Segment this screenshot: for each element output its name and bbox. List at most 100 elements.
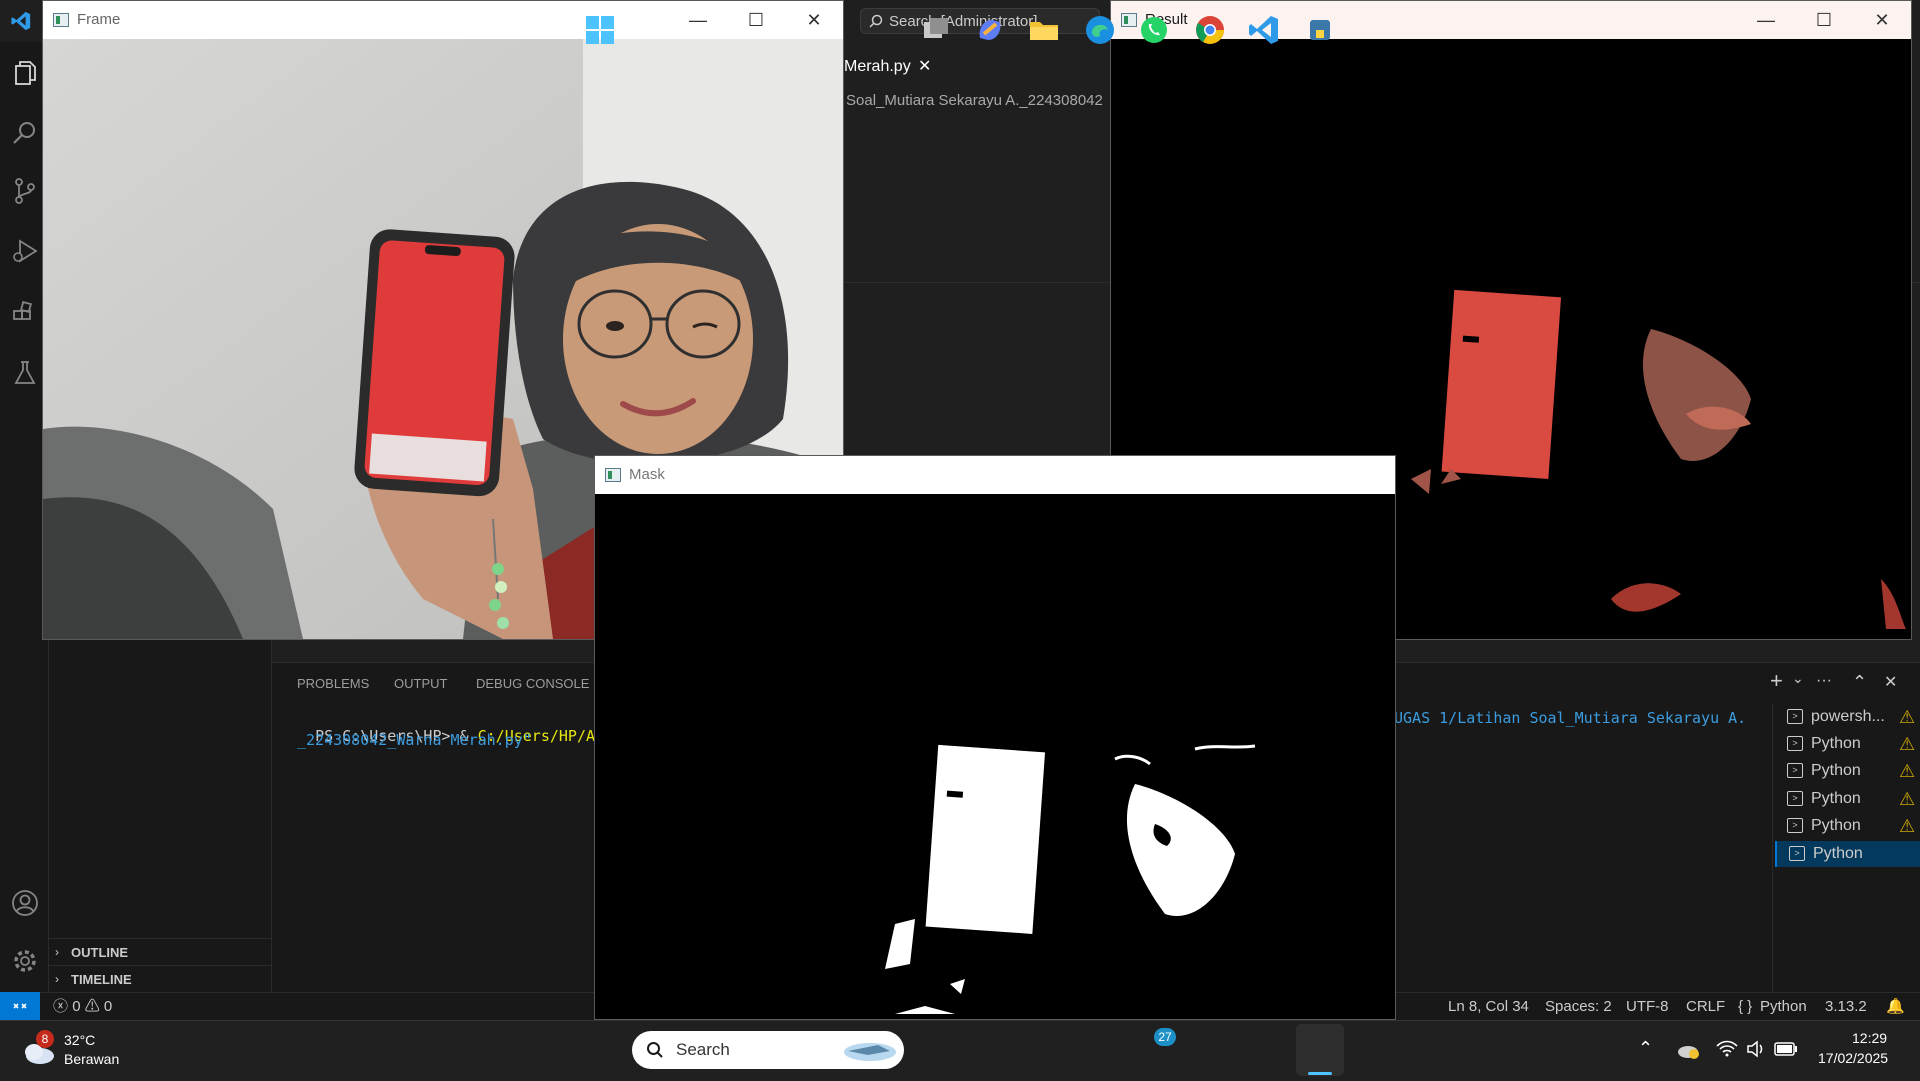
terminal-item[interactable]: > Python ⚠ <box>1775 813 1920 839</box>
error-icon: ⓧ <box>53 998 69 1015</box>
warning-icon: ⚠ <box>1899 789 1916 809</box>
source-control-icon[interactable] <box>10 176 40 206</box>
weather-desc[interactable]: Berawan <box>64 1051 119 1067</box>
accounts-icon[interactable] <box>10 888 40 918</box>
terminal-item[interactable]: > Python ⚠ <box>1775 786 1920 812</box>
chevron-up-icon[interactable]: ⌃ <box>1638 1038 1653 1059</box>
chevron-right-icon: › <box>55 972 59 986</box>
timeline-label: TIMELINE <box>71 972 132 987</box>
tab-debug-console[interactable]: DEBUG CONSOLE <box>476 676 589 691</box>
clock-date[interactable]: 17/02/2025 <box>1818 1050 1888 1066</box>
file-explorer-icon[interactable] <box>1026 12 1062 48</box>
chrome-icon[interactable] <box>1192 12 1228 48</box>
maximize-panel-button[interactable]: ⌃ <box>1852 672 1867 693</box>
run-debug-icon[interactable] <box>10 236 40 266</box>
search-icon <box>869 14 883 28</box>
warning-count: 0 <box>103 998 113 1015</box>
terminal-item[interactable]: > Python ⚠ <box>1775 731 1920 757</box>
task-view-icon[interactable] <box>918 12 954 48</box>
close-button[interactable]: ✕ <box>1853 1 1911 39</box>
active-indicator <box>1308 1072 1332 1075</box>
edge-icon[interactable] <box>1082 12 1118 48</box>
tab-output[interactable]: OUTPUT <box>394 676 447 691</box>
explorer-icon[interactable] <box>10 58 40 88</box>
python-icon[interactable] <box>1302 12 1338 48</box>
errors-status[interactable]: ⓧ 0 ⚠ 0 <box>53 993 112 1021</box>
extensions-icon[interactable] <box>10 298 40 328</box>
language-mode[interactable]: Python <box>1760 993 1807 1021</box>
indentation[interactable]: Spaces: 2 <box>1545 993 1612 1021</box>
timeline-section[interactable]: › TIMELINE <box>49 965 271 992</box>
terminal-icon: > <box>1787 763 1803 778</box>
warning-icon: ⚠ <box>1899 816 1916 836</box>
warning-icon: ⚠ <box>1899 707 1916 727</box>
mask-titlebar[interactable]: Mask <box>595 456 1395 494</box>
terminal-item-label: powersh... <box>1811 708 1885 725</box>
battery-icon[interactable] <box>1774 1042 1798 1056</box>
vscode-taskbar-icon[interactable] <box>1246 12 1282 48</box>
app-icon <box>605 468 621 482</box>
minimize-button[interactable]: — <box>1737 1 1795 39</box>
terminal-item-active[interactable]: > Python <box>1775 841 1920 867</box>
terminal-item-label: Python <box>1811 735 1861 752</box>
weather-temp[interactable]: 32°C <box>64 1032 95 1048</box>
editor-tab[interactable]: Merah.py ✕ <box>844 49 970 85</box>
tab-problems[interactable]: PROBLEMS <box>297 676 369 691</box>
python-version[interactable]: 3.13.2 <box>1825 993 1867 1021</box>
terminal-icon: > <box>1787 818 1803 833</box>
result-titlebar[interactable]: Result — ☐ ✕ <box>1111 1 1911 39</box>
mask-window[interactable]: Mask <box>594 455 1396 1020</box>
app-icon <box>53 13 69 27</box>
onedrive-icon[interactable] <box>1676 1040 1700 1060</box>
close-button[interactable]: ✕ <box>785 1 843 39</box>
whatsapp-badge: 27 <box>1154 1028 1176 1046</box>
line-ending[interactable]: CRLF <box>1686 993 1725 1021</box>
cursor-position[interactable]: Ln 8, Col 34 <box>1448 993 1529 1021</box>
windows-start-icon[interactable] <box>582 12 618 48</box>
new-terminal-button[interactable]: + <box>1770 668 1783 694</box>
close-icon[interactable]: ✕ <box>918 49 931 85</box>
terminal-item[interactable]: > Python ⚠ <box>1775 758 1920 784</box>
app-icon <box>1121 13 1137 27</box>
outline-section[interactable]: › OUTLINE <box>49 938 271 965</box>
chevron-right-icon: › <box>55 945 59 959</box>
window-title: Frame <box>77 11 121 28</box>
error-count: 0 <box>72 998 81 1015</box>
terminal-dropdown-button[interactable]: ⌄ <box>1792 670 1804 687</box>
breadcrumb[interactable]: Soal_Mutiara Sekarayu A._224308042 <box>846 92 1103 109</box>
maximize-button[interactable]: ☐ <box>727 1 785 39</box>
terminal-icon: > <box>1787 736 1803 751</box>
close-panel-button[interactable]: ✕ <box>1884 672 1897 692</box>
minimize-button[interactable]: — <box>669 1 727 39</box>
weather-badge: 8 <box>36 1030 54 1048</box>
warning-icon: ⚠ <box>1899 734 1916 754</box>
frame-titlebar[interactable]: Frame — ☐ ✕ <box>43 1 843 39</box>
wifi-icon[interactable] <box>1716 1040 1738 1058</box>
search-icon <box>647 1042 663 1058</box>
maximize-button[interactable]: ☐ <box>1795 1 1853 39</box>
vscode-logo-icon <box>11 11 31 31</box>
testing-icon[interactable] <box>10 358 40 388</box>
encoding[interactable]: UTF-8 <box>1626 993 1669 1021</box>
clock-time[interactable]: 12:29 <box>1852 1030 1887 1046</box>
search-view-icon[interactable] <box>10 118 40 148</box>
search-highlight-icon <box>844 1043 896 1061</box>
terminal-item-label: Python <box>1811 817 1861 834</box>
weather-widget[interactable]: 8 <box>18 1030 58 1070</box>
volume-icon[interactable] <box>1746 1040 1766 1058</box>
terminal-item-label: Python <box>1811 790 1861 807</box>
copilot-icon[interactable] <box>972 12 1008 48</box>
gear-icon[interactable] <box>10 946 40 976</box>
warning-icon: ⚠ <box>1899 761 1916 781</box>
more-actions-button[interactable]: ··· <box>1816 672 1832 690</box>
terminal-path-right: UGAS 1/Latihan Soal_Mutiara Sekarayu A. <box>1394 709 1747 727</box>
remote-icon <box>13 1003 27 1009</box>
taskbar-search[interactable]: Search <box>632 1031 904 1069</box>
terminal-line-2: _224308042_Warna Merah.py" <box>297 731 532 749</box>
terminal-item[interactable]: > powersh... ⚠ <box>1775 704 1920 730</box>
whatsapp-icon[interactable] <box>1136 12 1172 48</box>
bell-icon[interactable]: 🔔 <box>1886 993 1905 1021</box>
remote-button[interactable] <box>0 992 40 1020</box>
python-taskbar-active[interactable] <box>1296 1024 1344 1076</box>
taskbar-search-label: Search <box>676 1040 730 1059</box>
